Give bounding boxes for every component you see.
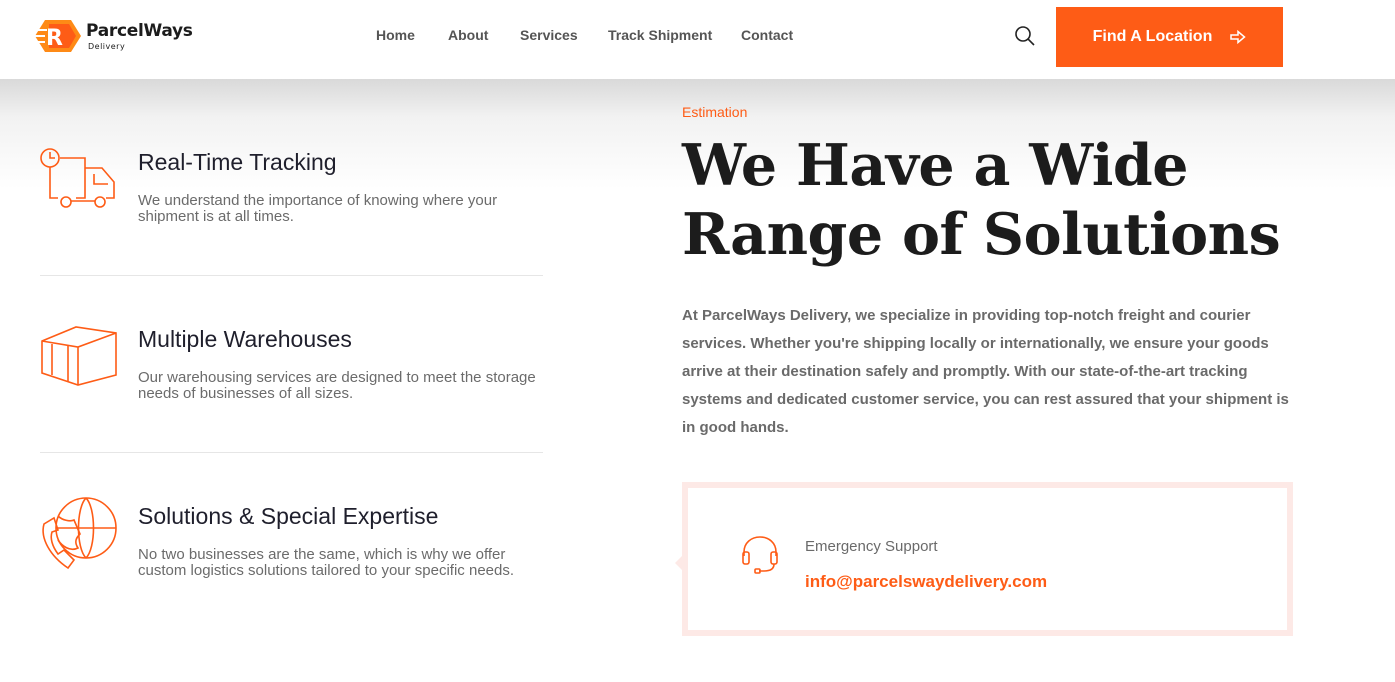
support-email-link[interactable]: info@parcelswaydelivery.com: [805, 572, 1047, 592]
site-header: R ParcelWays Delivery Home About Service…: [0, 0, 1395, 79]
nav-home[interactable]: Home: [376, 27, 415, 43]
brand-logo[interactable]: R ParcelWays Delivery: [33, 14, 203, 58]
arrow-right-icon: [1230, 29, 1247, 45]
nav-services[interactable]: Services: [520, 27, 578, 43]
nav-track-shipment[interactable]: Track Shipment: [608, 27, 712, 43]
feature-description: Our warehousing services are designed to…: [138, 369, 536, 402]
feature-special-expertise: Solutions & Special Expertise No two bus…: [40, 494, 543, 604]
feature-multiple-warehouses: Multiple Warehouses Our warehousing serv…: [40, 323, 543, 433]
section-headline: We Have a Wide Range of Solutions: [682, 132, 1281, 268]
feature-title: Multiple Warehouses: [138, 326, 352, 352]
svg-text:R: R: [46, 26, 63, 51]
feature-title: Real-Time Tracking: [138, 149, 337, 175]
brand-name: ParcelWays: [86, 21, 193, 41]
globe-phone-icon: [42, 497, 117, 570]
support-label: Emergency Support: [805, 538, 938, 555]
search-icon[interactable]: [1013, 24, 1037, 48]
brand-tagline: Delivery: [88, 42, 126, 51]
divider: [40, 452, 543, 453]
find-location-label: Find A Location: [1092, 28, 1213, 45]
feature-description: No two businesses are the same, which is…: [138, 546, 515, 579]
find-location-button[interactable]: Find A Location: [1056, 7, 1283, 67]
nav-about[interactable]: About: [448, 27, 488, 43]
card-notch: [675, 554, 684, 572]
feature-title: Solutions & Special Expertise: [138, 503, 439, 529]
logo-mark-icon: R: [35, 20, 81, 52]
feature-description: We understand the importance of knowing …: [138, 192, 498, 225]
feature-real-time-tracking: Real-Time Tracking We understand the imp…: [40, 146, 543, 256]
emergency-support-card: Emergency Support info@parcelswaydeliver…: [675, 482, 1293, 636]
section-body: At ParcelWays Delivery, we specialize in…: [682, 307, 1289, 436]
truck-clock-icon: [40, 148, 115, 208]
box-icon: [41, 326, 117, 386]
headset-icon: [742, 536, 778, 574]
divider: [40, 275, 543, 276]
nav-contact[interactable]: Contact: [741, 27, 793, 43]
section-eyebrow: Estimation: [682, 104, 748, 120]
